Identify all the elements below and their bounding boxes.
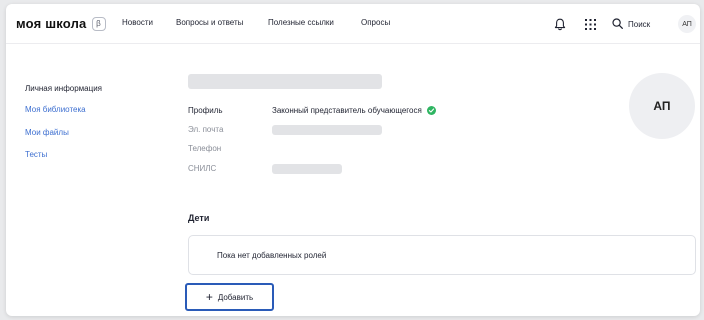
search-label: Поиск	[628, 19, 651, 29]
top-header: моя школа β Новости Вопросы и ответы Пол…	[6, 4, 700, 44]
bell-icon[interactable]	[551, 15, 569, 33]
apps-grid-icon[interactable]	[581, 15, 599, 33]
snils-label: СНИЛС	[188, 164, 217, 173]
email-label: Эл. почта	[188, 125, 224, 134]
search-button[interactable]: Поиск	[612, 16, 650, 32]
empty-state-text: Пока нет добавленных ролей	[217, 250, 327, 260]
sidebar-item-files[interactable]: Мои файлы	[25, 128, 69, 137]
redacted-email	[272, 125, 382, 135]
sidebar-item-library[interactable]: Моя библиотека	[25, 105, 86, 114]
children-title: Дети	[188, 213, 210, 223]
profile-value: Законный представитель обучающегося	[272, 106, 436, 115]
logo-text: моя школа	[16, 16, 87, 31]
nav-useful-links[interactable]: Полезные ссылки	[268, 18, 334, 27]
redacted-snils	[272, 164, 342, 174]
children-empty-state: Пока нет добавленных ролей	[188, 235, 696, 275]
profile-label: Профиль	[188, 106, 223, 115]
logo[interactable]: моя школа β	[16, 16, 106, 31]
nav-news[interactable]: Новости	[122, 18, 153, 27]
add-button-label: Добавить	[217, 292, 254, 302]
redacted-full-name	[188, 74, 382, 89]
nav-faq[interactable]: Вопросы и ответы	[176, 18, 243, 27]
phone-label: Телефон	[188, 144, 222, 153]
verified-check-icon	[426, 106, 436, 115]
add-child-button[interactable]: + Добавить	[185, 283, 274, 311]
nav-polls[interactable]: Опросы	[361, 18, 390, 27]
profile-role-text: Законный представитель обучающегося	[272, 106, 422, 115]
sidebar-item-personal-info[interactable]: Личная информация	[25, 84, 102, 93]
sidebar-item-tests[interactable]: Тесты	[25, 150, 47, 159]
search-icon	[612, 17, 623, 31]
user-avatar[interactable]: АП	[678, 15, 696, 33]
app-window: моя школа β Новости Вопросы и ответы Пол…	[6, 4, 700, 316]
beta-badge: β	[91, 16, 106, 31]
profile-avatar[interactable]: АП	[629, 73, 695, 139]
plus-icon: +	[205, 290, 213, 304]
